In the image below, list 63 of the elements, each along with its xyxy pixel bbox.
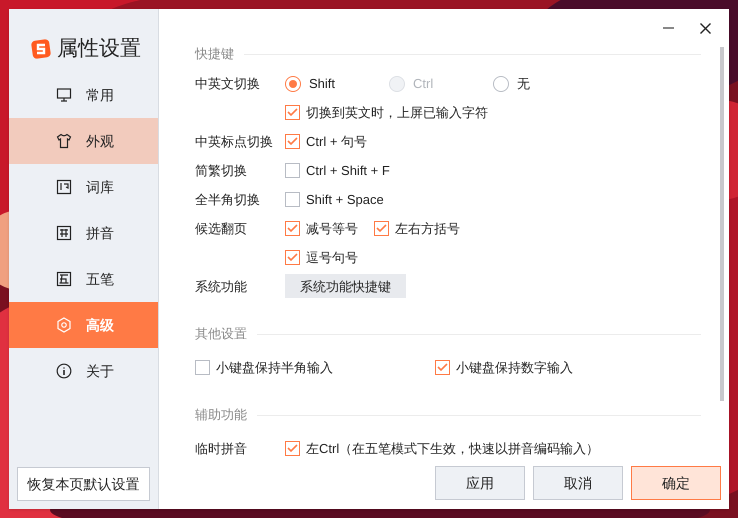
radio-button[interactable] — [285, 76, 301, 92]
radio-button[interactable] — [493, 76, 509, 92]
square-character-icon — [56, 271, 72, 287]
checkbox-option[interactable]: 逗号句号 — [285, 248, 358, 268]
sidebar-item[interactable]: 常用 — [9, 72, 158, 118]
settings-icon — [56, 317, 72, 333]
checkbox[interactable] — [285, 134, 300, 149]
sidebar-item[interactable]: 词库 — [9, 164, 158, 210]
shortcut-button[interactable]: 系统功能快捷键 — [285, 274, 406, 298]
monitor-icon — [56, 87, 72, 103]
setting-label: 中英文切换 — [195, 76, 260, 90]
checkmark-icon — [287, 444, 298, 453]
checkbox-option[interactable]: Ctrl + 句号 — [285, 132, 368, 152]
sidebar-item[interactable]: 外观 — [9, 118, 158, 164]
checkbox[interactable] — [285, 250, 300, 265]
checkbox-option[interactable]: 切换到英文时，上屏已输入字符 — [285, 102, 488, 122]
sidebar-item[interactable]: 关于 — [9, 348, 158, 394]
setting-label: 系统功能 — [195, 278, 247, 294]
checkbox[interactable] — [285, 163, 300, 178]
checkbox[interactable] — [195, 360, 210, 375]
shirt-icon — [56, 133, 72, 149]
checkbox-option[interactable]: Ctrl + Shift + F — [285, 160, 390, 180]
scrollbar[interactable] — [720, 47, 724, 401]
checkmark-icon — [287, 108, 298, 117]
grid-character-icon — [56, 225, 72, 241]
sidebar-item[interactable]: 拼音 — [9, 210, 158, 256]
radio-option[interactable]: 无 — [493, 74, 581, 94]
footer-button[interactable]: 应用 — [435, 466, 525, 500]
setting-label: 候选翻页 — [195, 220, 247, 236]
checkbox-option[interactable]: 小键盘保持半角输入 — [195, 358, 435, 378]
setting-label: 全半角切换 — [195, 192, 260, 206]
reset-defaults-button[interactable]: 恢复本页默认设置 — [17, 467, 150, 501]
close-icon[interactable] — [700, 22, 711, 34]
checkbox[interactable] — [285, 441, 300, 456]
footer-button[interactable]: 确定 — [631, 466, 721, 500]
checkbox[interactable] — [285, 105, 300, 120]
checkbox[interactable] — [374, 221, 389, 236]
info-icon — [56, 363, 72, 379]
setting-label: 临时拼音 — [195, 440, 247, 456]
checkmark-icon — [376, 224, 387, 233]
radio-option[interactable]: Shift — [285, 74, 373, 94]
checkbox-option[interactable]: 左Ctrl（在五笔模式下生效，快速以拼音编码输入） — [285, 438, 600, 458]
logo-icon — [31, 39, 51, 59]
checkmark-icon — [287, 137, 298, 146]
checkmark-icon — [287, 253, 298, 262]
checkbox-option[interactable]: Shift + Space — [285, 190, 384, 210]
checkbox[interactable] — [285, 221, 300, 236]
setting-label: 中英标点切换 — [195, 134, 273, 148]
sidebar-item[interactable]: 五笔 — [9, 256, 158, 302]
checkmark-icon — [437, 363, 448, 372]
setting-label: 简繁切换 — [195, 162, 247, 178]
checkbox-option[interactable]: 小键盘保持数字输入 — [435, 358, 675, 378]
window-title: 属性设置 — [57, 36, 141, 62]
section-title: 快捷键 — [195, 45, 234, 64]
footer-button[interactable]: 取消 — [533, 466, 623, 500]
checkbox-option[interactable]: 减号等号 — [285, 218, 358, 238]
checkbox[interactable] — [435, 360, 450, 375]
checkbox[interactable] — [285, 192, 300, 207]
checkbox-option[interactable]: 左右方括号 — [374, 218, 460, 238]
section-title: 其他设置 — [195, 325, 247, 344]
book-icon — [56, 179, 72, 195]
section-title: 辅助功能 — [195, 406, 247, 424]
checkmark-icon — [287, 224, 298, 233]
